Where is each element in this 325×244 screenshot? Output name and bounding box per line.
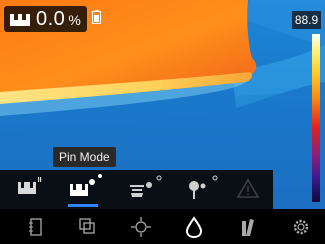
- crosshair-icon: [131, 217, 151, 237]
- image-gallery-icon: [29, 218, 42, 236]
- moisture-mode-button[interactable]: [174, 209, 214, 244]
- mode-tooltip: Pin Mode: [53, 147, 116, 167]
- scale-max-value: 88.9: [292, 11, 321, 29]
- hammer-probe-mode-button[interactable]: [178, 170, 222, 209]
- palette-icon: [242, 219, 254, 236]
- battery-icon: [92, 10, 101, 24]
- gallery-button[interactable]: [16, 209, 56, 244]
- moisture-readout: 0.0 %: [4, 6, 87, 32]
- pinless-sensor-icon: [18, 177, 42, 194]
- pinless-mode-button[interactable]: [6, 170, 50, 209]
- gear-icon: [293, 219, 309, 235]
- thermal-camera-screen: 0.0 % 88.9 Pin Mode: [0, 0, 325, 244]
- bottom-toolbar: [0, 209, 325, 244]
- moisture-drop-icon: [185, 216, 203, 239]
- color-scale-bar: [312, 34, 320, 202]
- moisture-value: 0.0: [36, 7, 66, 30]
- palette-button[interactable]: [228, 209, 268, 244]
- alarm-mode-button[interactable]: [226, 170, 270, 209]
- warning-triangle-icon: [236, 178, 260, 198]
- moisture-unit: %: [68, 12, 81, 28]
- moisture-meter-icon: [10, 14, 30, 26]
- external-probe-mode-button[interactable]: [120, 170, 164, 209]
- hammer-probe-icon: [189, 175, 218, 199]
- blend-button[interactable]: [67, 209, 107, 244]
- settings-button[interactable]: [281, 209, 321, 244]
- external-probe-icon: [130, 175, 162, 197]
- mode-selector-bar: [0, 170, 273, 209]
- selected-mode-indicator: [68, 204, 98, 207]
- spot-meter-button[interactable]: [121, 209, 161, 244]
- pin-mode-button[interactable]: [60, 170, 104, 209]
- image-blend-icon: [79, 218, 95, 234]
